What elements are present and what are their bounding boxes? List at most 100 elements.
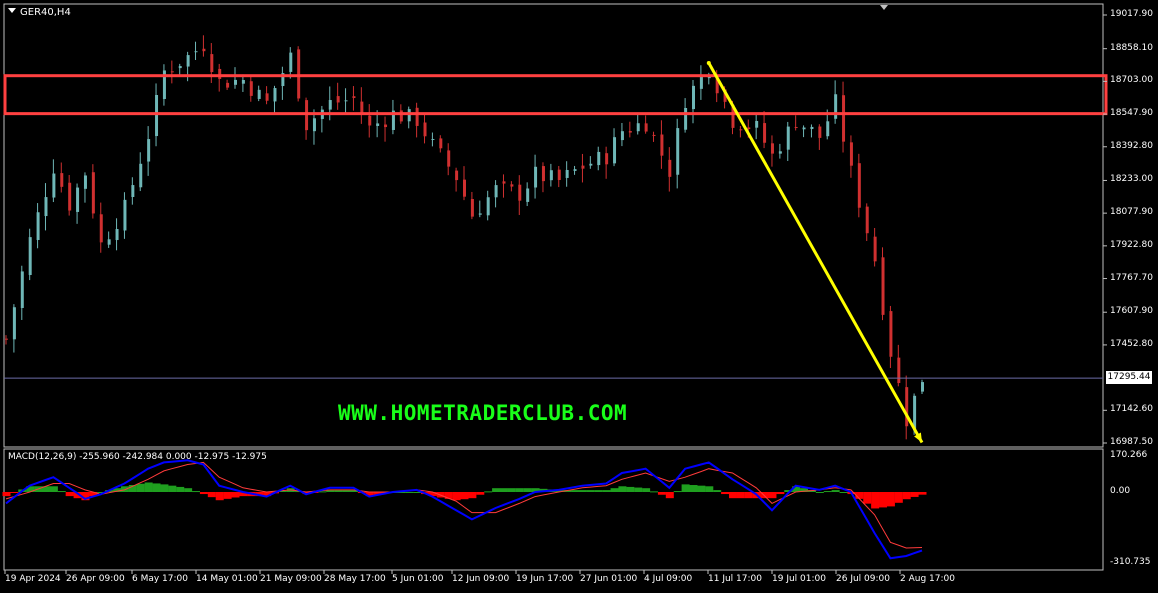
candle-down [905, 387, 909, 427]
macd-hist-neg [863, 492, 872, 504]
macd-hist-neg [468, 492, 477, 499]
candle-down [849, 142, 853, 166]
macd-pane-frame [3, 448, 1104, 571]
macd-hist-neg [231, 492, 240, 498]
candle-up [131, 185, 135, 198]
candle-down [794, 126, 798, 128]
chart-canvas[interactable] [0, 0, 1158, 593]
x-tick-label: 19 Apr 2024 [5, 574, 61, 584]
macd-hist-pos [168, 485, 177, 492]
y-tick-label: 17922.80 [1110, 239, 1153, 250]
y-tick-label: 16987.50 [1110, 437, 1153, 447]
candle-up [107, 239, 111, 245]
watermark: WWW.HOMETRADERCLUB.COM [338, 401, 628, 425]
candle-down [660, 134, 664, 156]
candle-up [676, 128, 680, 175]
candle-down [463, 179, 466, 197]
candle-up [810, 126, 814, 130]
candle-down [265, 93, 269, 101]
x-tick-label: 6 May 17:00 [132, 574, 188, 584]
candle-down [668, 159, 672, 177]
candle-down [770, 143, 774, 154]
macd-hist-pos [405, 492, 414, 493]
macd-hist-pos [578, 490, 587, 492]
candle-down [91, 172, 95, 214]
macd-hist-pos [673, 491, 682, 493]
candle-down [470, 199, 474, 217]
macd-signal-line [5, 461, 923, 549]
macd-hist-pos [618, 486, 627, 492]
macd-hist-pos [594, 490, 603, 492]
y-tick-label: 18703.00 [1110, 75, 1153, 86]
macd-hist-pos [815, 492, 824, 493]
candle-down [518, 184, 522, 201]
y-tick-label: 17767.70 [1110, 272, 1153, 283]
candle-down [99, 214, 103, 243]
chart-window[interactable]: GER40,H4 MACD(12,26,9) -255.960 -242.984… [0, 0, 1158, 593]
macd-hist-pos [499, 488, 508, 492]
candle-down [210, 54, 214, 73]
candle-up [115, 229, 119, 241]
macd-hist-pos [642, 488, 651, 492]
shift-marker-icon [880, 5, 888, 10]
price-pane-frame [3, 3, 1104, 448]
candle-up [139, 163, 143, 188]
candle-down [502, 181, 506, 184]
macd-hist-neg [910, 492, 919, 497]
macd-hist-neg [10, 492, 19, 493]
candle-up [194, 51, 198, 53]
macd-tick-label: 0.00 [1110, 486, 1131, 496]
macd-hist-pos [586, 490, 595, 492]
symbol-label: GER40,H4 [8, 7, 71, 18]
candle-down [881, 257, 885, 315]
macd-hist-pos [192, 491, 201, 493]
candle-up [147, 139, 151, 162]
candle-down [336, 96, 340, 103]
macd-hist-pos [184, 488, 193, 492]
candle-down [60, 173, 64, 187]
dropdown-triangle-icon[interactable] [8, 8, 16, 13]
macd-hist-neg [871, 492, 880, 509]
candle-down [68, 182, 72, 211]
candle-up [921, 382, 924, 392]
macd-hist-pos [689, 485, 698, 492]
x-tick-label: 4 Jul 09:00 [644, 574, 693, 584]
candle-up [12, 307, 16, 340]
candle-down [747, 127, 751, 130]
macd-hist-pos [571, 490, 580, 492]
x-tick-label: 26 Apr 09:00 [66, 574, 125, 584]
macd-label: MACD(12,26,9) -255.960 -242.984 0.000 -1… [8, 452, 267, 462]
macd-hist-pos [831, 490, 840, 492]
y-tick-label: 18547.90 [1110, 108, 1153, 119]
candle-down [818, 126, 822, 138]
macd-hist-neg [65, 492, 74, 497]
candle-up [44, 197, 48, 217]
candle-up [155, 94, 159, 137]
macd-hist-pos [136, 483, 145, 492]
x-tick-label: 5 Jun 01:00 [392, 574, 444, 584]
macd-hist-pos [507, 488, 516, 492]
candle-down [423, 122, 427, 137]
candle-up [826, 121, 830, 137]
candle-up [699, 75, 703, 89]
macd-hist-neg [879, 492, 888, 508]
candle-up [565, 169, 569, 178]
candle-down [644, 123, 648, 132]
macd-hist-pos [484, 491, 493, 493]
candle-up [178, 66, 182, 69]
x-tick-label: 19 Jul 01:00 [772, 574, 826, 584]
candle-up [36, 212, 40, 241]
y-tick-label: 18233.00 [1110, 174, 1153, 185]
macd-hist-neg [886, 492, 895, 507]
candle-down [368, 115, 372, 126]
macd-hist-neg [452, 492, 461, 501]
x-tick-label: 27 Jun 01:00 [580, 574, 638, 584]
x-tick-label: 2 Aug 17:00 [900, 574, 955, 584]
macd-hist-pos [144, 482, 153, 492]
candle-up [755, 120, 759, 128]
candle-down [447, 150, 451, 167]
candle-down [628, 131, 632, 133]
candle-down [889, 311, 893, 357]
candle-down [352, 96, 356, 99]
macd-hist-neg [776, 492, 785, 495]
